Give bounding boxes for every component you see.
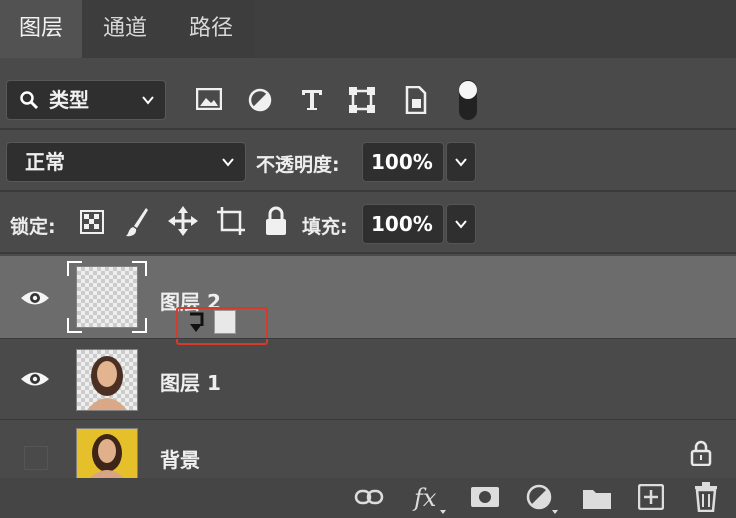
new-adjustment-layer-icon[interactable] [526, 484, 560, 514]
chevron-down-icon [222, 158, 234, 167]
new-group-icon[interactable] [582, 486, 612, 510]
layers-bottom-toolbar: fx [0, 478, 736, 518]
add-mask-icon[interactable] [470, 486, 500, 508]
lock-label: 锁定: [10, 216, 56, 238]
separator-3 [0, 252, 736, 254]
svg-text:fx: fx [412, 484, 437, 512]
opacity-input[interactable]: 100% [362, 142, 444, 182]
layer-row-layer1[interactable]: 图层 1 [0, 339, 736, 419]
chevron-down-icon [455, 158, 467, 167]
blend-mode-value: 正常 [25, 150, 65, 174]
separator-1 [0, 128, 736, 130]
fill-value: 100% [371, 212, 433, 236]
tab-channels[interactable]: 通道 [82, 0, 168, 58]
lock-icon[interactable] [690, 440, 712, 466]
blend-mode-dropdown[interactable]: 正常 [6, 142, 246, 182]
lock-all-icon[interactable] [264, 206, 288, 236]
new-layer-icon[interactable] [638, 484, 664, 510]
tab-bar-filler [254, 0, 736, 58]
lock-transparent-pixels-icon[interactable] [80, 210, 104, 234]
link-layers-icon[interactable] [354, 488, 384, 506]
background-thumbnail [76, 428, 138, 480]
smart-object-filter-icon[interactable] [404, 86, 428, 114]
opacity-label: 不透明度: [256, 154, 340, 176]
eye-visibility-icon[interactable] [20, 369, 50, 389]
layer-filter-dropdown[interactable]: 类型 [6, 80, 166, 120]
lock-position-icon[interactable] [168, 206, 198, 236]
portrait-image [87, 356, 127, 410]
separator-2 [0, 190, 736, 192]
opacity-slider-button[interactable] [446, 142, 476, 182]
fill-slider-button[interactable] [446, 204, 476, 244]
type-filter-icon[interactable] [300, 88, 324, 112]
chevron-down-icon [142, 96, 154, 105]
eye-visibility-icon[interactable] [20, 288, 50, 308]
shape-filter-icon[interactable] [348, 86, 376, 114]
fill-input[interactable]: 100% [362, 204, 444, 244]
filter-toggle-icon[interactable] [456, 78, 480, 122]
layer1-thumbnail [76, 349, 138, 411]
background-name[interactable]: 背景 [160, 444, 200, 473]
adjustment-filter-icon[interactable] [248, 88, 272, 112]
layer1-name[interactable]: 图层 1 [160, 367, 221, 396]
fx-icon[interactable]: fx [412, 482, 448, 514]
layer-row-layer2[interactable]: 图层 2 [0, 256, 736, 338]
tab-layers[interactable]: 图层 [0, 0, 82, 58]
chevron-down-icon [455, 220, 467, 229]
image-filter-icon[interactable] [196, 88, 222, 110]
delete-layer-icon[interactable] [694, 482, 718, 512]
layer-row-background[interactable]: 背景 [0, 420, 736, 480]
layer-filter-label: 类型 [49, 88, 89, 112]
lock-artboard-icon[interactable] [216, 206, 246, 236]
fill-label: 填充: [302, 216, 348, 238]
panel-tab-bar: 图层 通道 路径 [0, 0, 736, 58]
lock-image-pixels-icon[interactable] [124, 206, 150, 238]
portrait-image [89, 434, 125, 479]
tab-paths[interactable]: 路径 [168, 0, 254, 58]
selection-frame-icon [67, 261, 147, 333]
visibility-toggle-off[interactable] [24, 446, 48, 470]
opacity-value: 100% [371, 150, 433, 174]
search-icon [20, 91, 39, 110]
